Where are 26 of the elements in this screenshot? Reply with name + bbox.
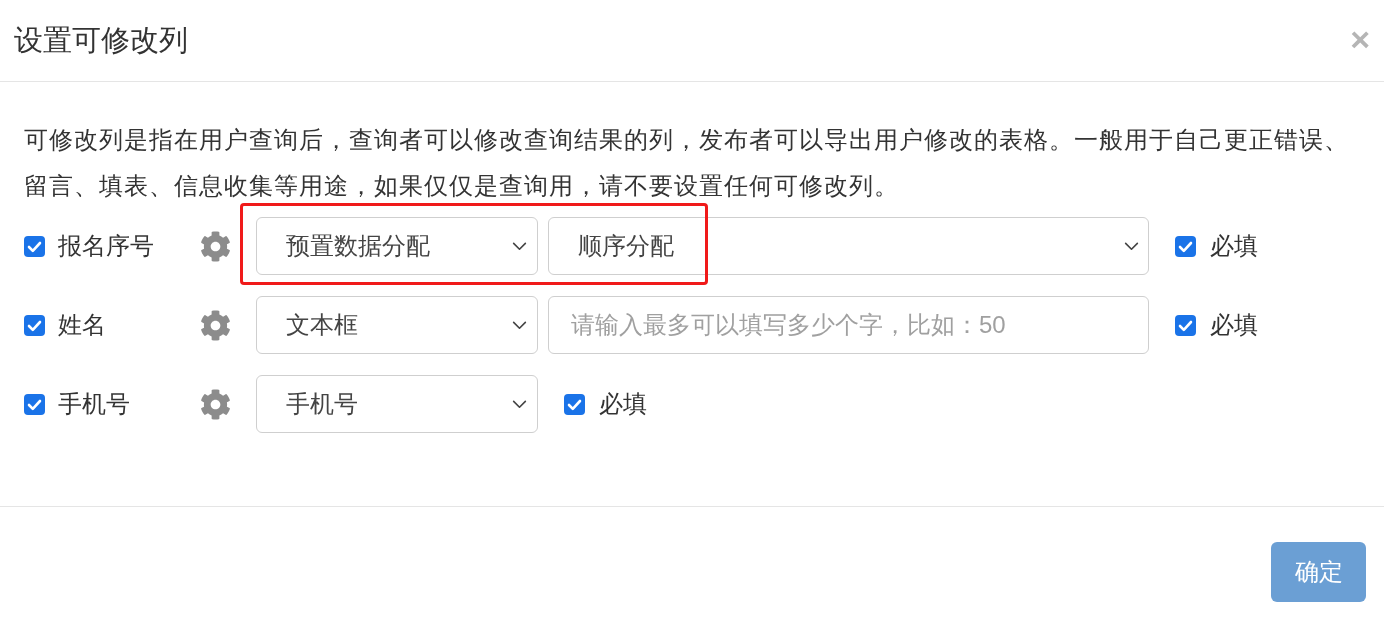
dropdown-select[interactable]: 手机号: [256, 375, 538, 433]
gear-icon[interactable]: [200, 388, 231, 420]
required-checkbox[interactable]: [1175, 314, 1196, 336]
chevron-down-icon: [1124, 241, 1139, 251]
column-label: 手机号: [58, 392, 131, 416]
required-label: 必填: [599, 392, 647, 416]
required-checkbox[interactable]: [564, 393, 585, 415]
chevron-down-icon: [512, 241, 527, 251]
dropdown-select[interactable]: 文本框: [256, 296, 538, 354]
chevron-down-icon: [512, 320, 527, 330]
column-label: 报名序号: [58, 234, 155, 258]
column-label: 姓名: [58, 313, 107, 337]
column-checkbox[interactable]: [24, 314, 45, 336]
input-field[interactable]: 请输入最多可以填写多少个字，比如：50: [548, 296, 1149, 354]
gear-icon[interactable]: [200, 230, 231, 262]
column-checkbox[interactable]: [24, 235, 45, 257]
chevron-down-icon: [512, 399, 527, 409]
gear-icon[interactable]: [200, 309, 231, 341]
column-checkbox[interactable]: [24, 393, 45, 415]
dialog-title: 设置可修改列: [14, 26, 188, 55]
required-label: 必填: [1210, 234, 1258, 258]
dropdown-select[interactable]: 预置数据分配: [256, 217, 538, 275]
required-label: 必填: [1210, 313, 1258, 337]
required-checkbox[interactable]: [1175, 235, 1196, 257]
dropdown-select[interactable]: 顺序分配: [548, 217, 1149, 275]
description-text: 可修改列是指在用户查询后，查询者可以修改查询结果的列，发布者可以导出用户修改的表格。一般用于自己更正错误、留言、填表、信息收集等用途，如果仅仅是查询用，请不要设置任何可修改列。: [24, 125, 1350, 201]
